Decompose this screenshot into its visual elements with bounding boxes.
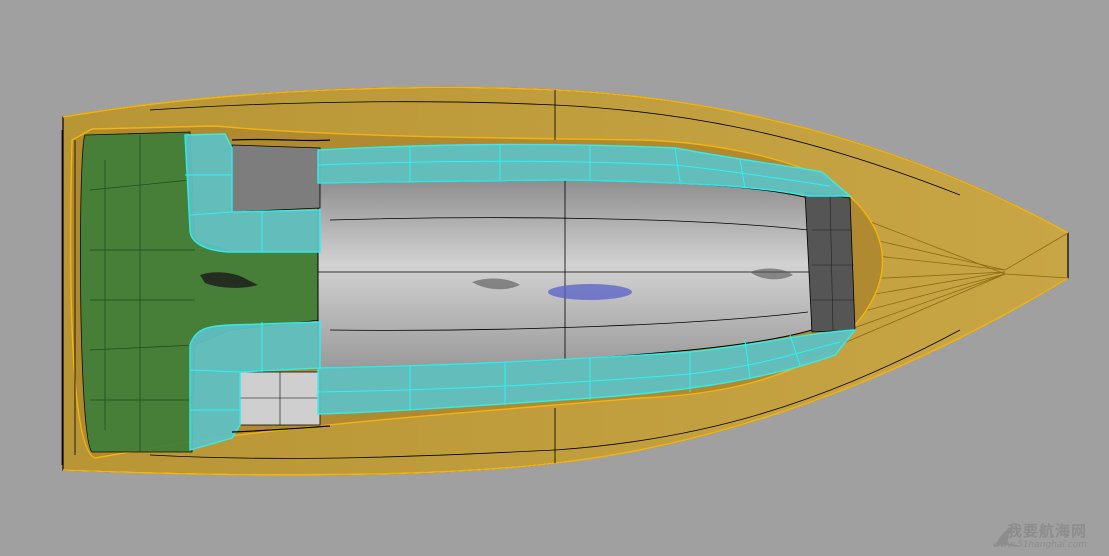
sail-logo-icon bbox=[993, 526, 1018, 547]
hull-model bbox=[61, 86, 1069, 476]
cockpit-floor-upper bbox=[231, 144, 321, 213]
watermark-title: 我要航海网 bbox=[1006, 522, 1087, 540]
cabin-front-face bbox=[804, 191, 856, 333]
3d-viewport[interactable]: 我要航海网 www.51hanghai.com bbox=[0, 0, 1109, 556]
watermark: 我要航海网 www.51hanghai.com bbox=[993, 524, 1087, 550]
hatch-blue bbox=[548, 284, 632, 300]
